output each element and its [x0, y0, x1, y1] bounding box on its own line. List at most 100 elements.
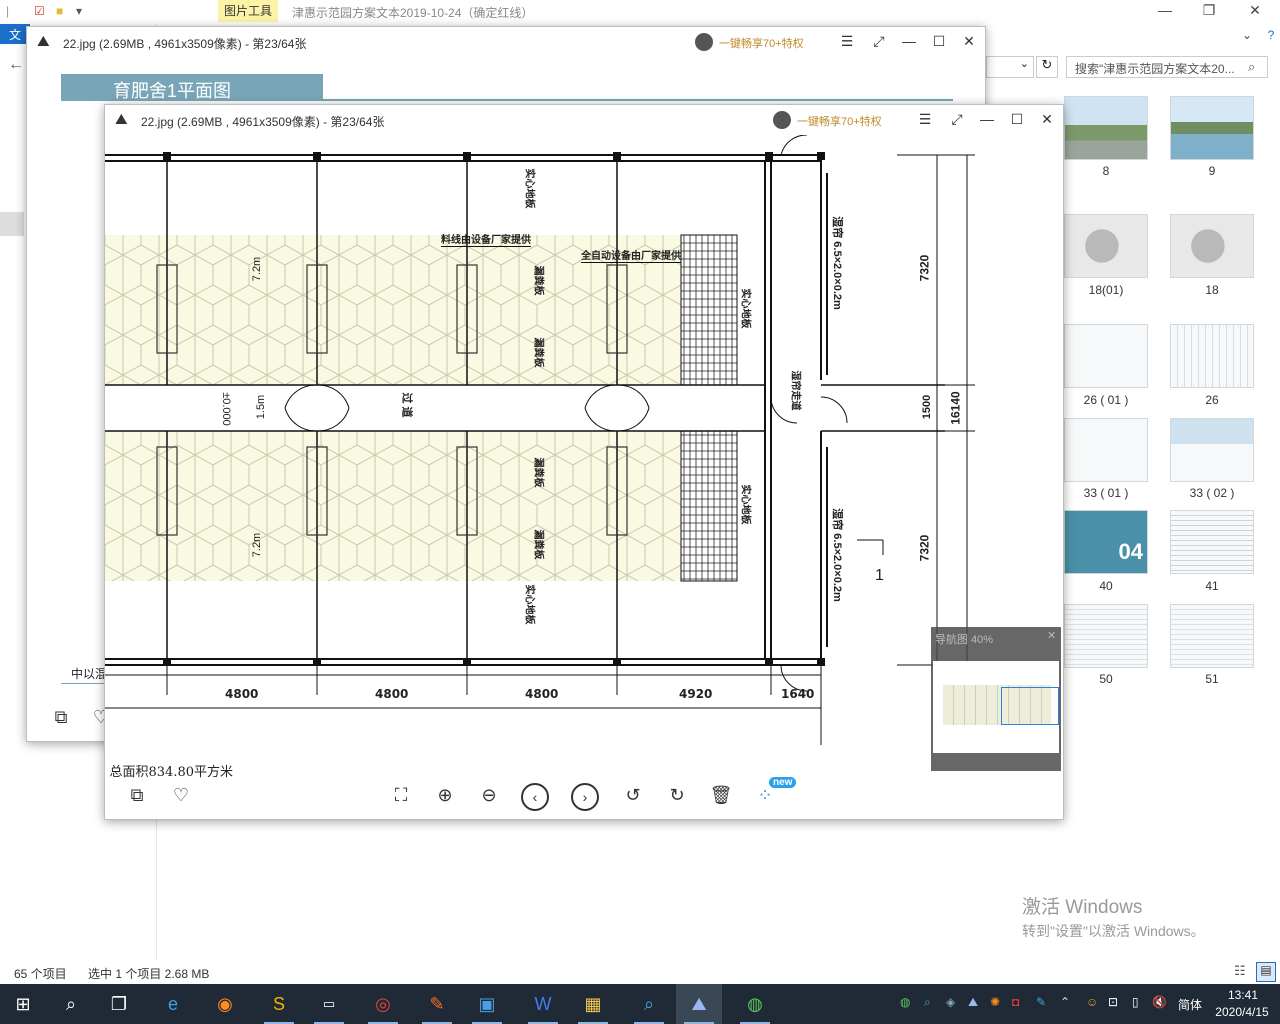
- pen-upper-floor: [105, 235, 681, 385]
- menu-icon[interactable]: ☰: [915, 111, 935, 129]
- status-bar: 65 个项目 选中 1 个项目 2.68 MB ☷ ▤: [0, 962, 1280, 984]
- thumbnail-51[interactable]: [1170, 604, 1254, 668]
- chrome-icon[interactable]: ◎: [360, 984, 406, 1024]
- minimize-button[interactable]: —: [899, 33, 919, 51]
- partial-caption: 中以混: [71, 667, 108, 681]
- thumbnail-26-01[interactable]: [1064, 324, 1148, 388]
- firefox-icon[interactable]: ◉: [202, 984, 248, 1024]
- explorer-maximize-button[interactable]: ❐: [1194, 2, 1224, 22]
- tray-box-icon[interactable]: ◈: [946, 995, 955, 1009]
- wps-icon[interactable]: W: [520, 984, 566, 1024]
- thumbnail-label: 40: [1099, 579, 1113, 593]
- tray-search-icon[interactable]: ⌕: [924, 995, 931, 1010]
- favorite-icon[interactable]: ♡: [167, 785, 195, 813]
- thumbnail-label: 18: [1205, 283, 1219, 297]
- thumbnail-8[interactable]: [1064, 96, 1148, 160]
- previous-image-icon[interactable]: ‹: [521, 783, 549, 811]
- clock-time[interactable]: 13:41: [1216, 988, 1270, 1002]
- minimize-button[interactable]: —: [977, 111, 997, 129]
- search-app-icon[interactable]: ⌕: [626, 984, 672, 1024]
- pen-app-icon[interactable]: ✎: [414, 984, 460, 1024]
- back-arrow-icon[interactable]: ←: [8, 56, 24, 74]
- navigator-viewport[interactable]: [1001, 687, 1059, 725]
- fullscreen-icon[interactable]: ⤢: [947, 111, 967, 129]
- start-button[interactable]: ⊞: [0, 984, 46, 1024]
- explorer-minimize-button[interactable]: —: [1150, 2, 1180, 22]
- close-button[interactable]: ✕: [959, 33, 979, 51]
- search-icon[interactable]: ⌕: [48, 984, 94, 1024]
- thumbnail-label: 51: [1205, 672, 1219, 686]
- search-icon[interactable]: ⌕: [1248, 59, 1255, 75]
- large-icons-view-icon[interactable]: ▤: [1256, 962, 1276, 982]
- battery-icon[interactable]: ▯: [1132, 995, 1139, 1009]
- door-swings: [284, 135, 848, 692]
- navigator-panel[interactable]: 导航图 40% ✕: [931, 627, 1061, 771]
- sublime-icon[interactable]: S: [256, 984, 302, 1024]
- close-button[interactable]: ✕: [1037, 111, 1057, 129]
- thumbnail-26[interactable]: [1170, 324, 1254, 388]
- tray-pen-icon[interactable]: ✎: [1036, 995, 1046, 1009]
- promo-link[interactable]: 一键畅享70+特权: [797, 113, 882, 129]
- more-tools-icon[interactable]: ⁘: [751, 785, 779, 813]
- tray-mascot-icon[interactable]: ☺: [1086, 995, 1098, 1009]
- floor-plan-drawing[interactable]: [105, 135, 1005, 775]
- thumbnail-41[interactable]: [1170, 510, 1254, 574]
- thumbnail-33-02[interactable]: [1170, 418, 1254, 482]
- navigator-close-icon[interactable]: ✕: [1047, 629, 1056, 642]
- thumbnail-33-01[interactable]: [1064, 418, 1148, 482]
- delete-icon[interactable]: 🗑: [707, 785, 735, 813]
- zoom-in-icon[interactable]: ⊕: [431, 785, 459, 813]
- address-dropdown-icon[interactable]: ⌄: [986, 56, 1034, 78]
- edge-icon[interactable]: e: [150, 984, 196, 1024]
- rotate-right-icon[interactable]: ↻: [663, 785, 691, 813]
- rotate-left-icon[interactable]: ↺: [619, 785, 647, 813]
- thumbnail-18[interactable]: [1170, 214, 1254, 278]
- tray-viewer-icon[interactable]: ⛰: [968, 995, 978, 1010]
- search-input[interactable]: 搜索"津惠示范园方案文本20...: [1066, 56, 1268, 78]
- maximize-button[interactable]: ☐: [929, 33, 949, 51]
- slatted-grate-lower: [680, 430, 738, 582]
- network-icon[interactable]: ⊡: [1108, 995, 1118, 1009]
- thumbnail-label: 8: [1102, 164, 1110, 178]
- system-tray: ◍ ⌕ ◈ ⛰ ✺ ◘ ✎ ⌃ ☺ ⊡ ▯ 🔇 简体 13:41 2020/4/…: [890, 984, 1280, 1024]
- ribbon-tab-picture-tools[interactable]: 图片工具: [218, 0, 279, 22]
- task-view-icon[interactable]: ❐: [96, 984, 142, 1024]
- folder-icon[interactable]: ■: [56, 4, 63, 18]
- fit-to-window-icon[interactable]: ⛶: [387, 785, 415, 813]
- tray-wechat-icon[interactable]: ◍: [900, 995, 910, 1009]
- tray-app-icon[interactable]: ◘: [1012, 995, 1019, 1009]
- thumbnail-9[interactable]: [1170, 96, 1254, 160]
- tray-gear-icon[interactable]: ✺: [990, 995, 1000, 1009]
- terminal-icon[interactable]: ▭: [306, 984, 352, 1024]
- thumbnail-label: 33 ( 01 ): [1083, 486, 1129, 500]
- nav-pane-selection: [0, 212, 24, 236]
- wechat-icon[interactable]: ◍: [732, 984, 778, 1024]
- customize-toolbar-icon[interactable]: ▾: [76, 4, 82, 18]
- explorer-close-button[interactable]: ✕: [1240, 2, 1270, 22]
- help-icon[interactable]: ?: [1256, 28, 1280, 48]
- open-folder-icon[interactable]: ⧉: [123, 785, 151, 813]
- fullscreen-icon[interactable]: ⤢: [869, 33, 889, 51]
- ime-indicator[interactable]: 简体: [1178, 996, 1202, 1013]
- thumbnail-50[interactable]: [1064, 604, 1148, 668]
- promo-link[interactable]: 一键畅享70+特权: [719, 35, 804, 51]
- file-explorer-icon[interactable]: ▦: [570, 984, 616, 1024]
- properties-icon[interactable]: ☑: [34, 4, 45, 18]
- open-folder-icon[interactable]: ⧉: [47, 707, 75, 735]
- thumbnail-40[interactable]: 04: [1064, 510, 1148, 574]
- clock-date[interactable]: 2020/4/15: [1208, 1005, 1276, 1019]
- next-image-icon[interactable]: ›: [571, 783, 599, 811]
- thumbnail-18-01[interactable]: [1064, 214, 1148, 278]
- menu-icon[interactable]: ☰: [837, 33, 857, 51]
- image-viewer-icon[interactable]: ⛰: [676, 984, 722, 1024]
- zoom-out-icon[interactable]: ⊖: [475, 785, 503, 813]
- tray-chevron-icon[interactable]: ⌃: [1060, 995, 1070, 1009]
- avatar[interactable]: [773, 111, 791, 129]
- document-app-icon[interactable]: ▣: [464, 984, 510, 1024]
- refresh-icon[interactable]: ↻: [1036, 56, 1058, 78]
- details-view-icon[interactable]: ☷: [1234, 963, 1246, 979]
- maximize-button[interactable]: ☐: [1007, 111, 1027, 129]
- thumbnail-label: 18(01): [1088, 283, 1124, 297]
- avatar[interactable]: [695, 33, 713, 51]
- volume-muted-icon[interactable]: 🔇: [1152, 995, 1167, 1009]
